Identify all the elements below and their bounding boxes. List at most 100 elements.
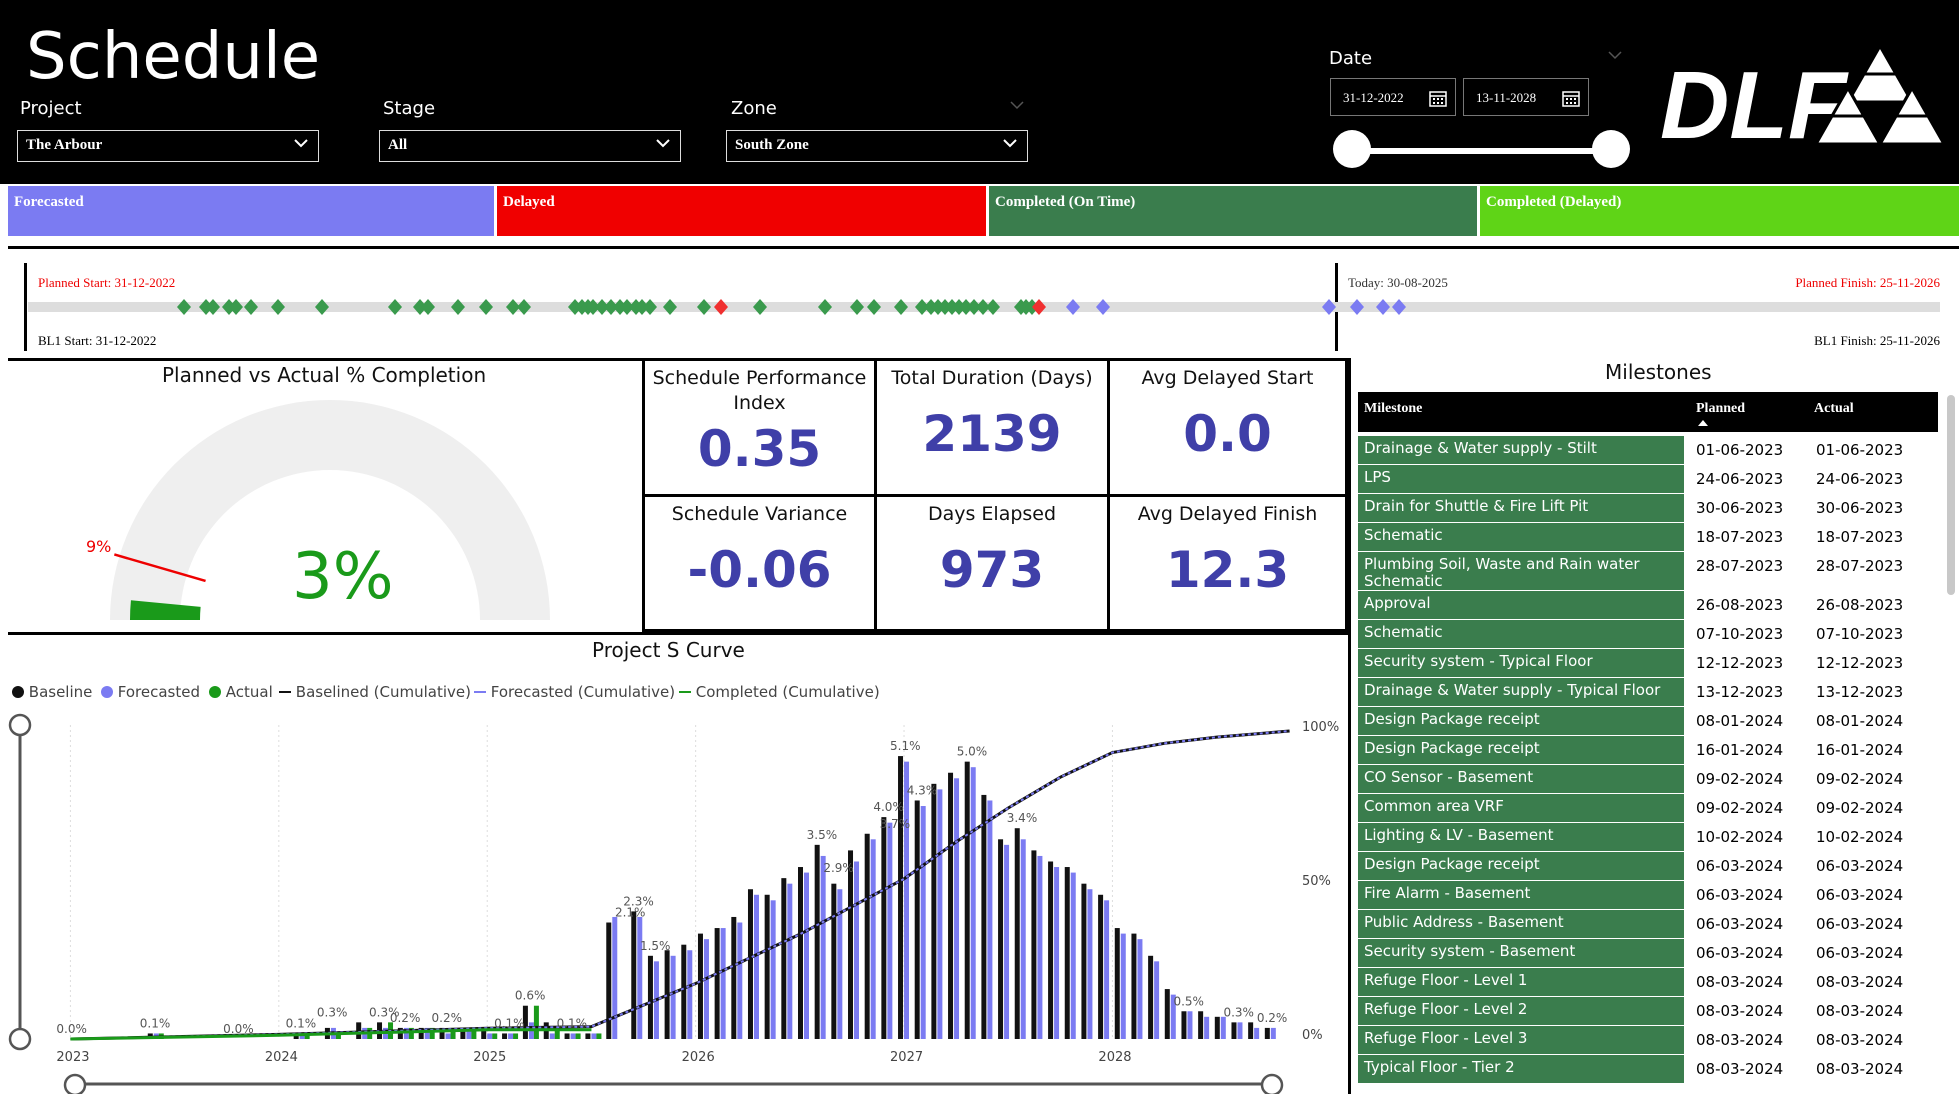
milestone-marker-completed[interactable]	[421, 299, 435, 315]
milestone-row[interactable]: Schematic 07-10-2023 07-10-2023	[1358, 620, 1938, 648]
milestone-marker-completed[interactable]	[177, 299, 191, 315]
bar-forecasted[interactable]	[1137, 939, 1143, 1039]
bar-forecasted[interactable]	[1187, 1011, 1193, 1039]
date-slider-start-handle[interactable]	[1333, 130, 1371, 168]
calendar-icon[interactable]	[1429, 89, 1447, 107]
bar-baseline[interactable]	[864, 833, 870, 1039]
milestone-row[interactable]: Design Package receipt 16-01-2024 16-01-20…	[1358, 736, 1938, 764]
bar-baseline[interactable]	[981, 794, 987, 1039]
milestone-row[interactable]: Drainage & Water supply - Stilt 01-06-202…	[1358, 436, 1938, 464]
bar-baseline[interactable]	[502, 1033, 508, 1039]
milestone-row[interactable]: Refuge Floor - Level 1 08-03-2024 08-03-20…	[1358, 968, 1938, 996]
milestone-marker-forecasted[interactable]	[1376, 299, 1390, 315]
bar-baseline[interactable]	[1098, 894, 1104, 1039]
bar-baseline[interactable]	[831, 883, 837, 1039]
bar-forecasted[interactable]	[1054, 867, 1060, 1039]
milestone-marker-forecasted[interactable]	[1392, 299, 1406, 315]
bar-baseline[interactable]	[1264, 1027, 1270, 1039]
milestone-marker-completed[interactable]	[388, 299, 402, 315]
milestone-row[interactable]: Common area VRF 09-02-2024 09-02-2024	[1358, 794, 1938, 822]
bar-forecasted[interactable]	[1270, 1027, 1276, 1039]
milestone-marker-completed[interactable]	[697, 299, 711, 315]
bar-baseline[interactable]	[1014, 828, 1020, 1039]
milestone-marker-forecasted[interactable]	[1350, 299, 1364, 315]
milestone-marker-completed[interactable]	[986, 299, 1000, 315]
bar-forecasted[interactable]	[670, 955, 676, 1039]
bar-baseline[interactable]	[898, 756, 904, 1039]
bar-forecasted[interactable]	[770, 900, 776, 1039]
bar-baseline[interactable]	[731, 916, 737, 1039]
milestone-marker-completed[interactable]	[850, 299, 864, 315]
bar-baseline[interactable]	[814, 844, 820, 1039]
bar-forecasted[interactable]	[508, 1033, 514, 1039]
milestone-marker-completed[interactable]	[244, 299, 258, 315]
bar-actual[interactable]	[533, 1005, 539, 1039]
bar-baseline[interactable]	[1181, 1011, 1187, 1039]
milestones-scrollbar[interactable]	[1947, 395, 1955, 595]
bar-baseline[interactable]	[1231, 1022, 1237, 1039]
bar-forecasted[interactable]	[703, 939, 709, 1039]
milestone-marker-completed[interactable]	[867, 299, 881, 315]
milestone-row[interactable]: Plumbing Soil, Waste and Rain water Sche…	[1358, 552, 1938, 590]
milestone-row[interactable]: Approval 26-08-2023 26-08-2023	[1358, 591, 1938, 619]
x-zoom-slider-right-handle[interactable]	[1260, 1073, 1284, 1094]
bar-baseline[interactable]	[1048, 861, 1054, 1039]
bar-forecasted[interactable]	[1087, 889, 1093, 1039]
bar-forecasted[interactable]	[445, 1033, 451, 1039]
milestone-row[interactable]: Design Package receipt 08-01-2024 08-01-20…	[1358, 707, 1938, 735]
bar-forecasted[interactable]	[1120, 933, 1126, 1039]
bar-baseline[interactable]	[1214, 1016, 1220, 1039]
milestone-row[interactable]: Security system - Basement 06-03-2024 06-0…	[1358, 939, 1938, 967]
bar-baseline[interactable]	[1148, 955, 1154, 1039]
milestone-row[interactable]: Security system - Typical Floor 12-12-202…	[1358, 649, 1938, 677]
bar-baseline[interactable]	[1248, 1022, 1254, 1039]
bar-baseline[interactable]	[681, 944, 687, 1039]
zone-expand-icon[interactable]	[1010, 100, 1024, 110]
bar-baseline[interactable]	[998, 839, 1004, 1039]
milestone-row[interactable]: Lighting & LV - Basement 10-02-2024 10-02-…	[1358, 823, 1938, 851]
bar-forecasted[interactable]	[870, 839, 876, 1039]
bar-baseline[interactable]	[798, 867, 803, 1039]
milestone-marker-completed[interactable]	[206, 299, 220, 315]
milestone-marker-completed[interactable]	[894, 299, 908, 315]
bar-baseline[interactable]	[1114, 928, 1120, 1039]
y-zoom-slider-bottom-handle[interactable]	[8, 1027, 32, 1051]
bar-forecasted[interactable]	[487, 1033, 493, 1039]
bar-baseline[interactable]	[585, 1033, 591, 1039]
bar-baseline[interactable]	[914, 800, 920, 1039]
milestone-row[interactable]: CO Sensor - Basement 09-02-2024 09-02-2024	[1358, 765, 1938, 793]
bar-actual[interactable]	[492, 1033, 498, 1039]
sort-ascending-icon[interactable]	[1698, 420, 1708, 426]
bar-forecasted[interactable]	[1204, 1016, 1210, 1039]
zone-dropdown[interactable]: South Zone	[726, 130, 1028, 162]
milestone-marker-forecasted[interactable]	[1322, 299, 1336, 315]
bar-baseline[interactable]	[697, 933, 703, 1039]
stage-dropdown[interactable]: All	[379, 130, 681, 162]
col-header-planned[interactable]: Planned	[1696, 401, 1745, 417]
bar-forecasted[interactable]	[954, 778, 960, 1039]
bar-actual[interactable]	[596, 1033, 602, 1039]
bar-forecasted[interactable]	[887, 822, 893, 1039]
milestone-marker-completed[interactable]	[479, 299, 493, 315]
bar-baseline[interactable]	[564, 1033, 570, 1039]
date-expand-icon[interactable]	[1608, 50, 1622, 60]
col-header-milestone[interactable]: Milestone	[1364, 401, 1422, 417]
milestone-row[interactable]: Public Address - Basement 06-03-2024 06-03…	[1358, 910, 1938, 938]
date-slider-end-handle[interactable]	[1592, 130, 1630, 168]
bar-baseline[interactable]	[948, 772, 954, 1039]
bar-baseline[interactable]	[647, 955, 653, 1039]
milestone-row[interactable]: Typical Floor - Tier 2 08-03-2024 08-03-20…	[1358, 1055, 1938, 1083]
bar-baseline[interactable]	[714, 928, 720, 1039]
col-header-actual[interactable]: Actual	[1814, 401, 1854, 417]
bar-baseline[interactable]	[781, 878, 787, 1039]
milestone-marker-delayed[interactable]	[714, 299, 728, 315]
milestone-marker-forecasted[interactable]	[1066, 299, 1080, 315]
bar-baseline[interactable]	[1081, 883, 1087, 1039]
date-range-slider-track[interactable]	[1352, 148, 1612, 154]
milestone-marker-completed[interactable]	[271, 299, 285, 315]
bar-forecasted[interactable]	[637, 916, 643, 1039]
bar-forecasted[interactable]	[612, 916, 618, 1039]
bar-forecasted[interactable]	[1220, 1016, 1226, 1039]
bar-forecasted[interactable]	[1254, 1027, 1260, 1039]
milestone-row[interactable]: Drainage & Water supply - Typical Floor 1…	[1358, 678, 1938, 706]
